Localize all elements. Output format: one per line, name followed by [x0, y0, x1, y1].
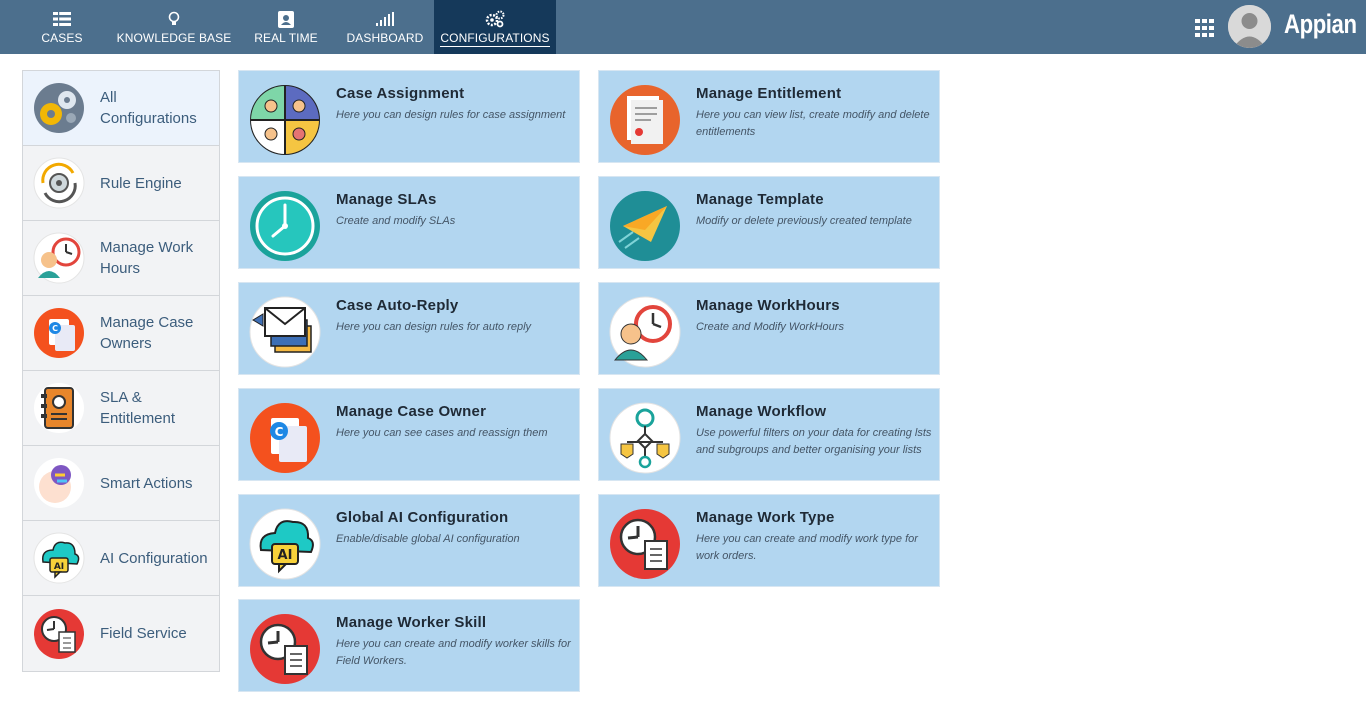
sidebar-item-label: Manage Work Hours [100, 239, 194, 277]
card-title: Manage Workflow [696, 403, 827, 420]
card-description: Here you can design rules for case assig… [336, 109, 566, 121]
card-description: Here you can view list, create modify an… [696, 109, 930, 138]
card-manage-entitlement[interactable]: Manage Entitlement Here you can view lis… [598, 70, 940, 163]
ai-cloud-icon [249, 508, 321, 580]
card-manage-work-type[interactable]: Manage Work Type Here you can create and… [598, 494, 940, 587]
field-service-icon [33, 608, 85, 660]
tab-label: CASES [41, 31, 83, 45]
user-avatar[interactable] [1228, 5, 1271, 48]
envelope-icon [249, 296, 321, 368]
brand-logo: Appian [1284, 9, 1357, 39]
sidebar-item-smart-actions[interactable]: Smart Actions [23, 446, 219, 521]
clock-checklist-icon [249, 613, 321, 685]
certificate-icon [609, 84, 681, 156]
clock-checklist-icon [609, 508, 681, 580]
card-title: Manage Work Type [696, 509, 835, 526]
tab-label: KNOWLEDGE BASE [116, 31, 232, 45]
contact-card-icon [278, 7, 294, 31]
sidebar-item-manage-case-owners[interactable]: Manage Case Owners [23, 296, 219, 371]
card-title: Case Assignment [336, 85, 465, 102]
sidebar-item-label: AI Configuration [100, 549, 208, 567]
gears-icon [485, 7, 505, 31]
card-description: Here you can create and modify work type… [696, 533, 918, 562]
card-description: Modify or delete previously created temp… [696, 215, 912, 227]
signal-bars-icon [376, 7, 394, 31]
card-description: Here you can design rules for auto reply [336, 321, 532, 333]
sidebar-item-manage-work-hours[interactable]: Manage Work Hours [23, 221, 219, 296]
sidebar-item-label: Manage Case Owners [100, 314, 194, 352]
tab-label: REAL TIME [254, 31, 318, 45]
card-title: Manage Template [696, 191, 824, 208]
sidebar-item-field-service[interactable]: Field Service [23, 596, 219, 671]
tab-cases[interactable]: CASES [36, 0, 88, 54]
case-owner-icon [33, 307, 85, 359]
card-manage-worker-skill[interactable]: Manage Worker Skill Here you can create … [238, 599, 580, 692]
lightbulb-icon [168, 7, 180, 31]
paper-plane-icon [609, 190, 681, 262]
card-title: Case Auto-Reply [336, 297, 459, 314]
card-case-auto-reply[interactable]: Case Auto-Reply Here you can design rule… [238, 282, 580, 375]
list-icon [53, 7, 71, 31]
sidebar: All Configurations Rule Engine Manage Wo… [22, 70, 220, 672]
card-manage-workhours[interactable]: Manage WorkHours Create and Modify WorkH… [598, 282, 940, 375]
card-description: Create and Modify WorkHours [696, 321, 844, 333]
rule-engine-icon [33, 157, 85, 209]
top-nav-bar: CASES KNOWLEDGE BASE REAL TIME DASHBOARD… [0, 0, 1366, 54]
sidebar-item-label: Field Service [100, 625, 187, 642]
address-book-icon [33, 382, 85, 434]
tab-dashboard[interactable]: DASHBOARD [344, 0, 426, 54]
card-description: Here you can see cases and reassign them [336, 427, 548, 439]
card-manage-workflow[interactable]: Manage Workflow Use powerful filters on … [598, 388, 940, 481]
sidebar-item-label: SLA & Entitlement [100, 389, 176, 427]
sidebar-item-ai-configuration[interactable]: AI Configuration [23, 521, 219, 596]
workflow-icon [609, 402, 681, 474]
people-group-icon [249, 84, 321, 156]
sidebar-item-label: Smart Actions [100, 474, 193, 492]
card-title: Manage Case Owner [336, 403, 487, 420]
card-title: Manage WorkHours [696, 297, 840, 314]
card-title: Manage Entitlement [696, 85, 842, 102]
case-owner-icon [249, 402, 321, 474]
work-hours-icon [33, 232, 85, 284]
gears-icon [33, 82, 85, 134]
card-title: Manage SLAs [336, 191, 437, 208]
sidebar-item-label: Rule Engine [100, 174, 182, 192]
tab-label: DASHBOARD [346, 31, 424, 45]
sidebar-item-all-configurations[interactable]: All Configurations [23, 71, 219, 146]
card-title: Manage Worker Skill [336, 614, 487, 631]
card-description: Here you can create and modify worker sk… [336, 638, 571, 667]
card-case-assignment[interactable]: Case Assignment Here you can design rule… [238, 70, 580, 163]
sidebar-item-sla-entitlement[interactable]: SLA & Entitlement [23, 371, 219, 446]
sidebar-item-label: All Configurations [100, 89, 197, 127]
sidebar-item-rule-engine[interactable]: Rule Engine [23, 146, 219, 221]
card-manage-case-owner[interactable]: Manage Case Owner Here you can see cases… [238, 388, 580, 481]
clock-icon [249, 190, 321, 262]
work-hours-icon [609, 296, 681, 368]
ai-cloud-icon [33, 532, 85, 584]
card-title: Global AI Configuration [336, 509, 509, 526]
card-global-ai-configuration[interactable]: Global AI Configuration Enable/disable g… [238, 494, 580, 587]
app-grid-icon[interactable] [1195, 19, 1215, 39]
smart-actions-icon [33, 457, 85, 509]
tab-configurations[interactable]: CONFIGURATIONS [434, 0, 556, 54]
card-description: Create and modify SLAs [336, 215, 456, 227]
tab-knowledge-base[interactable]: KNOWLEDGE BASE [116, 0, 232, 54]
card-description: Enable/disable global AI configuration [336, 533, 520, 545]
card-description: Use powerful filters on your data for cr… [696, 427, 932, 456]
card-manage-slas[interactable]: Manage SLAs Create and modify SLAs [238, 176, 580, 269]
tab-label: CONFIGURATIONS [440, 31, 550, 47]
card-manage-template[interactable]: Manage Template Modify or delete previou… [598, 176, 940, 269]
tab-real-time[interactable]: REAL TIME [252, 0, 320, 54]
